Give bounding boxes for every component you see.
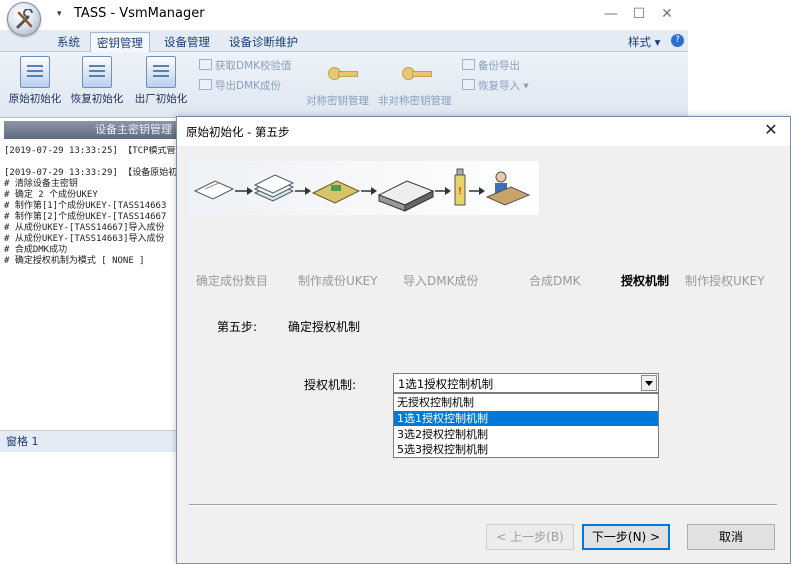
export-dmk-label: 导出DMK成份	[215, 80, 282, 92]
server-icon	[377, 180, 435, 212]
quick-access-dropdown[interactable]: ▾	[57, 9, 62, 19]
status-bar: 窗格 1	[0, 430, 178, 452]
maximize-button[interactable]: ☐	[624, 4, 654, 24]
asymmetric-key-button[interactable]: 非对称密钥管理	[378, 93, 452, 108]
log-line: # 清除设备主密钥	[4, 179, 78, 189]
minimize-button[interactable]: —	[596, 4, 626, 24]
log-line: # 制作第[1]个成份UKEY-[TASS14663	[4, 201, 167, 211]
step-5-current: 授权机制	[621, 274, 670, 288]
option-2-of-3[interactable]: 3选2授权控制机制	[394, 427, 658, 442]
dialog-close-button[interactable]: ✕	[760, 120, 782, 139]
export-icon	[199, 79, 212, 90]
auth-mechanism-value: 1选1授权控制机制	[398, 377, 494, 391]
panel-header: 设备主密钥管理	[4, 121, 176, 139]
backup-export-label: 备份导出	[478, 60, 520, 72]
raw-init-label: 原始初始化	[8, 93, 62, 105]
log-panel: [2019-07-29 13:33:25] 【TCP模式管理 [2019-07-…	[4, 146, 176, 426]
chevron-down-icon[interactable]	[641, 375, 657, 391]
restore-import-label: 恢复导入 ▾	[478, 80, 529, 92]
menu-system[interactable]: 系统	[57, 34, 80, 50]
cancel-button[interactable]: 取消	[687, 524, 775, 550]
close-button[interactable]: ✕	[652, 4, 682, 24]
style-menu[interactable]: 样式 ▾	[628, 34, 660, 50]
restore-init-button[interactable]: 恢复初始化	[66, 56, 128, 106]
tools-icon	[16, 9, 33, 29]
restore-import-button[interactable]: 恢复导入 ▾	[462, 78, 529, 93]
step-2: 制作成份UKEY	[298, 274, 378, 288]
step-4: 合成DMK	[529, 274, 581, 288]
auth-mechanism-select[interactable]: 1选1授权控制机制	[393, 373, 659, 393]
log-line: [2019-07-29 13:33:25] 【TCP模式管理	[4, 146, 176, 156]
restore-init-label: 恢复初始化	[70, 93, 124, 105]
log-line: # 合成DMK成功	[4, 245, 68, 255]
document-icon	[146, 56, 176, 88]
factory-init-button[interactable]: 出厂初始化	[130, 56, 192, 106]
menu-device-diagnostics[interactable]: 设备诊断维护	[229, 34, 298, 50]
option-3-of-5[interactable]: 5选3授权控制机制	[394, 442, 658, 457]
option-1-of-1[interactable]: 1选1授权控制机制	[394, 411, 658, 426]
svg-text:!: !	[458, 186, 462, 197]
log-line: # 从成份UKEY-[TASS14667]导入成份	[4, 223, 165, 233]
arrow-icon	[469, 187, 485, 195]
app-menu-button[interactable]	[7, 2, 41, 36]
log-line: # 从成份UKEY-[TASS14663]导入成份	[4, 234, 165, 244]
step-1: 确定成份数目	[196, 274, 269, 288]
title-bar: ▾ TASS - VsmManager — ☐ ✕	[0, 0, 688, 30]
auth-mechanism-dropdown: 无授权控制机制 1选1授权控制机制 3选2授权控制机制 5选3授权控制机制	[393, 393, 659, 458]
key-icon	[402, 66, 432, 80]
log-line: # 制作第[2]个成份UKEY-[TASS14667	[4, 212, 167, 222]
dialog-title-bar: 原始初始化 - 第五步 ✕	[177, 117, 790, 146]
backup-export-button[interactable]: 备份导出	[462, 58, 520, 73]
board-icon	[311, 180, 361, 204]
arrow-icon	[235, 187, 253, 195]
workflow-diagram: !	[189, 161, 539, 215]
dialog-title: 原始初始化 - 第五步	[186, 125, 290, 139]
menu-key-management[interactable]: 密钥管理	[90, 32, 150, 53]
check-icon	[199, 59, 212, 70]
symmetric-key-button[interactable]: 对称密钥管理	[306, 93, 369, 108]
back-button[interactable]: < 上一步(B)	[486, 524, 574, 550]
arrow-icon	[295, 187, 311, 195]
separator	[189, 504, 777, 506]
log-line: [2019-07-29 13:33:29] 【设备原始初始化	[4, 168, 176, 178]
user-at-desk-icon	[485, 171, 531, 206]
next-button[interactable]: 下一步(N) >	[582, 524, 670, 550]
window-title: TASS - VsmManager	[74, 6, 205, 21]
auth-mechanism-label: 授权机制:	[304, 378, 357, 392]
factory-init-label: 出厂初始化	[134, 93, 188, 105]
menu-bar: 系统 密钥管理 设备管理 设备诊断维护 样式 ▾ ?	[0, 30, 688, 53]
backup-icon	[462, 59, 475, 70]
menu-device-management[interactable]: 设备管理	[164, 34, 210, 50]
get-dmk-check-button[interactable]: 获取DMK校验值	[199, 58, 292, 73]
raw-init-button[interactable]: 原始初始化	[4, 56, 66, 106]
option-no-auth[interactable]: 无授权控制机制	[394, 395, 658, 410]
init-wizard-dialog: 原始初始化 - 第五步 ✕ ! 确定成份数目 制作成份UKEY 导入DMK成份 …	[176, 116, 791, 564]
card-icon	[193, 180, 235, 200]
get-dmk-check-label: 获取DMK校验值	[215, 60, 292, 72]
step-6: 制作授权UKEY	[685, 274, 765, 288]
export-dmk-button[interactable]: 导出DMK成份	[199, 78, 281, 93]
step-number: 第五步:	[217, 320, 258, 334]
log-line: # 确定授权机制为模式 [ NONE ]	[4, 256, 145, 266]
usb-key-icon: !	[454, 168, 466, 206]
restore-icon	[462, 79, 475, 90]
document-icon	[82, 56, 112, 88]
step-3: 导入DMK成份	[403, 274, 479, 288]
step-description: 确定授权机制	[288, 320, 361, 334]
ribbon: 原始初始化 恢复初始化 出厂初始化 获取DMK校验值 导出DMK成份 对称密钥管…	[0, 52, 688, 118]
stack-icon	[253, 174, 295, 202]
arrow-icon	[361, 187, 377, 195]
help-icon[interactable]: ?	[671, 34, 684, 47]
log-line: # 确定 2 个成份UKEY	[4, 190, 98, 200]
key-icon	[328, 66, 358, 80]
document-icon	[20, 56, 50, 88]
arrow-icon	[435, 187, 451, 195]
